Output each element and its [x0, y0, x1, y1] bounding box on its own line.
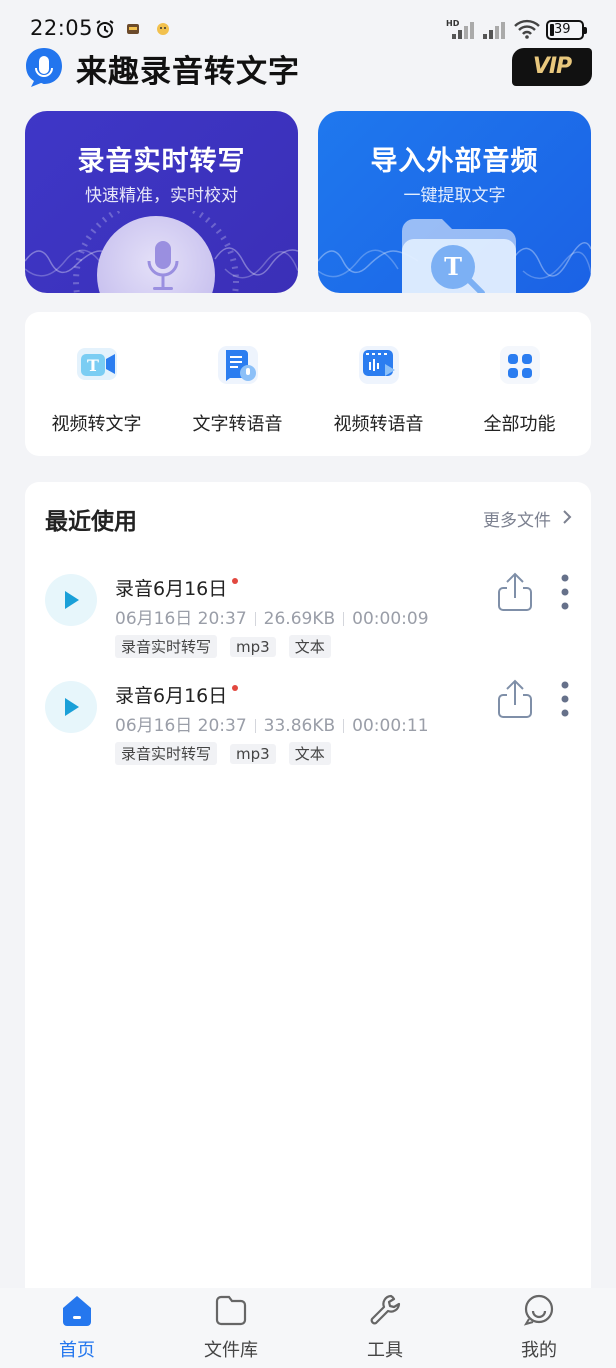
file-name: 录音6月16日	[115, 681, 239, 708]
nav-home[interactable]: 首页	[0, 1288, 154, 1368]
chevron-right-icon[interactable]	[561, 508, 573, 526]
home-icon	[63, 1296, 91, 1326]
share-icon[interactable]	[495, 677, 535, 721]
quick-action-video-to-speech[interactable]: 视频转语音	[308, 312, 449, 456]
battery-icon: 39	[546, 20, 587, 40]
wrench-icon	[370, 1294, 401, 1325]
vip-button[interactable]: VIP	[512, 48, 592, 86]
record-realtime-card[interactable]: 录音实时转写 快速精准，实时校对	[25, 111, 298, 293]
file-duration: 00:00:11	[352, 716, 429, 736]
more-vertical-icon[interactable]	[557, 677, 573, 721]
file-tags: 录音实时转写 mp3 文本	[115, 742, 344, 765]
play-icon	[65, 591, 79, 609]
quick-action-video-to-text[interactable]: T 视频转文字	[26, 312, 167, 456]
nav-label: 文件库	[204, 1340, 258, 1361]
quick-actions-card: T 视频转文字 文字转语音 视频转语音 全部功能	[25, 312, 591, 456]
tag-type: 文本	[288, 742, 331, 765]
nav-files[interactable]: 文件库	[154, 1288, 308, 1368]
quick-action-all-functions[interactable]: 全部功能	[449, 312, 590, 456]
share-icon[interactable]	[495, 570, 535, 614]
recent-title: 最近使用	[45, 509, 137, 535]
recent-files-card: 最近使用 更多文件 录音6月16日 06月16日 20:37 26.69KB 00:…	[25, 482, 591, 1302]
meta-divider	[254, 719, 256, 733]
svg-text:T: T	[444, 252, 462, 281]
import-audio-card[interactable]: T 导入外部音频 一键提取文字	[318, 111, 591, 293]
tag-type: 文本	[288, 635, 331, 658]
file-meta: 06月16日 20:37 33.86KB 00:00:11	[115, 711, 429, 736]
quick-action-text-to-speech[interactable]: 文字转语音	[167, 312, 308, 456]
video-to-speech-icon	[358, 346, 399, 384]
play-button[interactable]	[45, 574, 97, 626]
unread-dot	[232, 578, 239, 584]
nav-label: 工具	[367, 1340, 403, 1361]
meta-divider	[254, 612, 256, 626]
quick-action-label: 全部功能	[483, 414, 556, 435]
record-card-title: 录音实时转写	[77, 146, 246, 177]
file-size: 26.69KB	[263, 609, 336, 629]
alarm-icon	[96, 20, 114, 38]
tag-format: mp3	[230, 637, 276, 657]
video-to-text-icon: T	[76, 348, 117, 380]
tag-source: 录音实时转写	[115, 635, 218, 658]
quick-action-label: 视频转文字	[51, 414, 142, 435]
bottom-nav: 首页 文件库 工具 我的	[0, 1288, 616, 1368]
file-tags: 录音实时转写 mp3 文本	[115, 635, 344, 658]
nav-label: 我的	[521, 1340, 557, 1361]
file-name-text: 录音6月16日	[115, 578, 228, 600]
quick-action-label: 视频转语音	[333, 414, 424, 435]
meta-divider	[343, 612, 345, 626]
file-row[interactable]: 录音6月16日 06月16日 20:37 33.86KB 00:00:11 录音实时…	[25, 669, 591, 769]
notification-game-icon	[157, 23, 169, 35]
svg-text:HD: HD	[446, 19, 460, 28]
text-to-speech-icon	[217, 346, 258, 384]
file-duration: 00:00:09	[352, 609, 429, 629]
battery-percent: 39	[554, 22, 571, 37]
play-icon	[65, 698, 79, 716]
nav-tools[interactable]: 工具	[308, 1288, 462, 1368]
tag-format: mp3	[230, 744, 276, 764]
svg-text:T: T	[87, 356, 99, 375]
file-size: 33.86KB	[263, 716, 336, 736]
folder-icon	[215, 1295, 247, 1326]
status-time: 22:05	[30, 16, 94, 40]
quick-action-label: 文字转语音	[192, 414, 283, 435]
all-functions-icon	[499, 346, 540, 384]
file-date: 06月16日 20:37	[115, 716, 247, 736]
more-files-link[interactable]: 更多文件	[483, 506, 551, 531]
notification-app-icon	[127, 24, 139, 34]
microphone-icon	[147, 241, 179, 290]
app-title: 来趣录音转文字	[76, 54, 300, 90]
file-row[interactable]: 录音6月16日 06月16日 20:37 26.69KB 00:00:09 录音实时…	[25, 562, 591, 662]
tag-source: 录音实时转写	[115, 742, 218, 765]
nav-profile[interactable]: 我的	[462, 1288, 616, 1368]
folder-text-icon: T	[402, 219, 516, 293]
app-header: 来趣录音转文字 VIP	[24, 44, 594, 92]
import-card-title: 导入外部音频	[370, 146, 539, 177]
more-vertical-icon[interactable]	[557, 570, 573, 614]
unread-dot	[232, 685, 239, 691]
app-logo-icon	[26, 48, 62, 87]
play-button[interactable]	[45, 681, 97, 733]
file-date: 06月16日 20:37	[115, 609, 247, 629]
file-meta: 06月16日 20:37 26.69KB 00:00:09	[115, 604, 429, 629]
signal-icon	[483, 22, 505, 39]
file-name-text: 录音6月16日	[115, 685, 228, 707]
nav-label: 首页	[59, 1340, 95, 1361]
status-bar: 22:05 HD 39	[0, 0, 616, 44]
import-card-subtitle: 一键提取文字	[403, 186, 506, 206]
file-name: 录音6月16日	[115, 574, 239, 601]
profile-icon	[523, 1294, 554, 1326]
wifi-icon	[514, 19, 540, 39]
meta-divider	[343, 719, 345, 733]
battery-level	[550, 24, 554, 36]
record-card-subtitle: 快速精准，实时校对	[85, 186, 238, 206]
signal-hd-icon: HD	[446, 19, 474, 39]
